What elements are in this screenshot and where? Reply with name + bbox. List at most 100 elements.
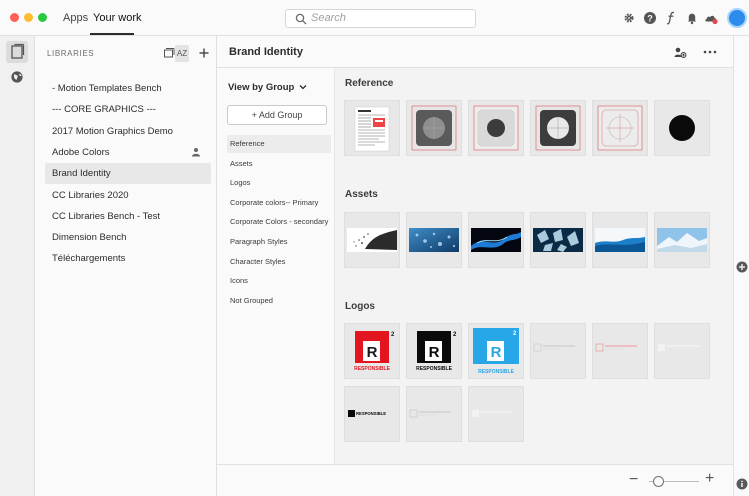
group-item[interactable]: Corporate colors-- Primary: [227, 194, 331, 212]
library-item-label: --- CORE GRAPHICS ---: [52, 104, 156, 116]
library-item-label: CC Libraries Bench - Test: [52, 210, 161, 222]
group-item[interactable]: Assets: [227, 155, 331, 173]
info-icon[interactable]: [736, 478, 748, 490]
rail-libraries-button[interactable]: [6, 41, 28, 63]
search-icon: [295, 13, 307, 25]
chevron-down-icon: [299, 85, 307, 90]
add-library-icon[interactable]: [198, 47, 210, 59]
logo-red-superscript: 2: [391, 332, 395, 338]
group-item[interactable]: Reference: [227, 135, 331, 153]
zoom-in-button[interactable]: +: [705, 470, 714, 488]
tile-water-drops[interactable]: [406, 212, 462, 268]
minimize-window-button[interactable]: [24, 13, 33, 22]
zoom-out-button[interactable]: −: [629, 471, 638, 489]
group-item[interactable]: Paragraph Styles: [227, 233, 331, 251]
libraries-header: LIBRARIES AZ: [35, 36, 217, 70]
group-item[interactable]: Not Grouped: [227, 292, 331, 310]
add-group-button[interactable]: + Add Group: [227, 105, 327, 125]
library-item[interactable]: CC Libraries Bench - Test: [45, 206, 211, 227]
blue-wave-image: [471, 228, 521, 252]
library-item[interactable]: Adobe Colors: [45, 142, 211, 163]
tile-grey-circle-badge[interactable]: [406, 100, 462, 156]
library-item[interactable]: Dimension Bench: [45, 227, 211, 248]
search-input[interactable]: Search: [285, 9, 476, 28]
gear-icon[interactable]: [622, 11, 636, 25]
close-window-button[interactable]: [10, 13, 19, 22]
tile-outline-circle-badge[interactable]: [468, 100, 524, 156]
logo-blue-letter: R: [491, 344, 502, 361]
view-by-dropdown[interactable]: View by Group: [228, 82, 307, 93]
grey-circle-badge-image: [411, 105, 457, 151]
tile-splash-wave[interactable]: [592, 212, 648, 268]
library-item[interactable]: Brand Identity: [45, 163, 211, 185]
libraries-panel: LIBRARIES AZ - Motion Templates Bench ---…: [35, 36, 217, 496]
grid-outline-image: [597, 105, 643, 151]
tile-logo-placeholder[interactable]: [530, 323, 586, 379]
svg-text:?: ?: [647, 13, 653, 23]
library-item-label: - Motion Templates Bench: [52, 83, 162, 94]
logo-placeholder-image: [533, 343, 575, 352]
tile-logo-placeholder-3[interactable]: [468, 386, 524, 442]
tile-logo-placeholder-red[interactable]: [592, 323, 648, 379]
logo-red-letter: R: [367, 344, 378, 361]
tile-particle-splash[interactable]: [344, 212, 400, 268]
tile-snow-mountain[interactable]: [654, 212, 710, 268]
active-tab-underline: [90, 33, 134, 35]
library-item[interactable]: CC Libraries 2020: [45, 185, 211, 206]
library-title: Brand Identity: [229, 46, 303, 58]
collaborators-icon[interactable]: [673, 45, 687, 59]
tile-document-thumbnail[interactable]: [344, 100, 400, 156]
rail-discover-button[interactable]: [6, 66, 28, 88]
water-drops-image: [409, 228, 459, 252]
logo-blue-text: RESPONSIBLE: [478, 369, 515, 375]
outline-circle-badge-image: [473, 105, 519, 151]
bell-icon[interactable]: [685, 11, 699, 25]
ice-crystals-image: [533, 228, 583, 252]
cloud-icon[interactable]: [704, 11, 718, 25]
library-item[interactable]: 2017 Motion Graphics Demo: [45, 121, 211, 142]
tile-blue-wave[interactable]: [468, 212, 524, 268]
library-item[interactable]: Téléchargements: [45, 248, 211, 269]
tile-ice-crystals[interactable]: [530, 212, 586, 268]
snow-mountain-image: [657, 228, 707, 252]
group-item[interactable]: Icons: [227, 272, 331, 290]
library-header: Brand Identity: [217, 36, 733, 68]
more-options-icon[interactable]: [702, 45, 718, 59]
view-by-label: View by Group: [228, 82, 295, 93]
tile-black-circle[interactable]: [654, 100, 710, 156]
app-window: Apps Your work Search ? LIBRARIES AZ - M…: [0, 0, 749, 496]
help-icon[interactable]: ?: [643, 11, 657, 25]
maximize-window-button[interactable]: [38, 13, 47, 22]
tile-logo-black-horizontal[interactable]: RESPONSIBLE: [344, 386, 400, 442]
fonts-icon[interactable]: [664, 11, 678, 25]
tile-logo-placeholder-2[interactable]: [406, 386, 462, 442]
library-item-label: 2017 Motion Graphics Demo: [52, 125, 173, 137]
sort-az-button[interactable]: AZ: [175, 45, 189, 62]
nav-your-work-tab[interactable]: Your work: [93, 0, 142, 36]
logo-black-horizontal-image: RESPONSIBLE: [348, 410, 386, 417]
tile-logo-red[interactable]: R 2 RESPONSIBLE: [344, 323, 400, 379]
logo-red-image: R 2 RESPONSIBLE: [354, 331, 395, 372]
assets-area: Reference Assets Logos R 2 RESPONSIBLE R…: [335, 68, 733, 464]
tile-logo-black[interactable]: R 2 RESPONSIBLE: [406, 323, 462, 379]
logo-placeholder-2-image: [409, 409, 451, 418]
logo-placeholder-light-image: [658, 344, 699, 351]
tile-circle-badge-dark[interactable]: [530, 100, 586, 156]
nav-apps-tab[interactable]: Apps: [63, 0, 88, 36]
particle-splash-image: [347, 228, 397, 252]
avatar[interactable]: [727, 8, 747, 28]
zoom-bar: − +: [217, 464, 733, 496]
zoom-slider-handle[interactable]: [653, 476, 664, 487]
tile-logo-placeholder-light[interactable]: [654, 323, 710, 379]
library-item[interactable]: - Motion Templates Bench: [45, 78, 211, 99]
group-item[interactable]: Character Styles: [227, 253, 331, 271]
group-item[interactable]: Corporate Colors - secondary: [227, 213, 331, 231]
library-item[interactable]: --- CORE GRAPHICS ---: [45, 99, 211, 120]
tile-grid-outline[interactable]: [592, 100, 648, 156]
tile-logo-blue[interactable]: R 2 RESPONSIBLE: [468, 323, 524, 379]
group-item[interactable]: Logos: [227, 174, 331, 192]
new-folder-icon[interactable]: [162, 46, 176, 60]
globe-icon: [11, 71, 23, 83]
splash-wave-image: [595, 228, 645, 252]
add-asset-icon[interactable]: [736, 261, 748, 273]
